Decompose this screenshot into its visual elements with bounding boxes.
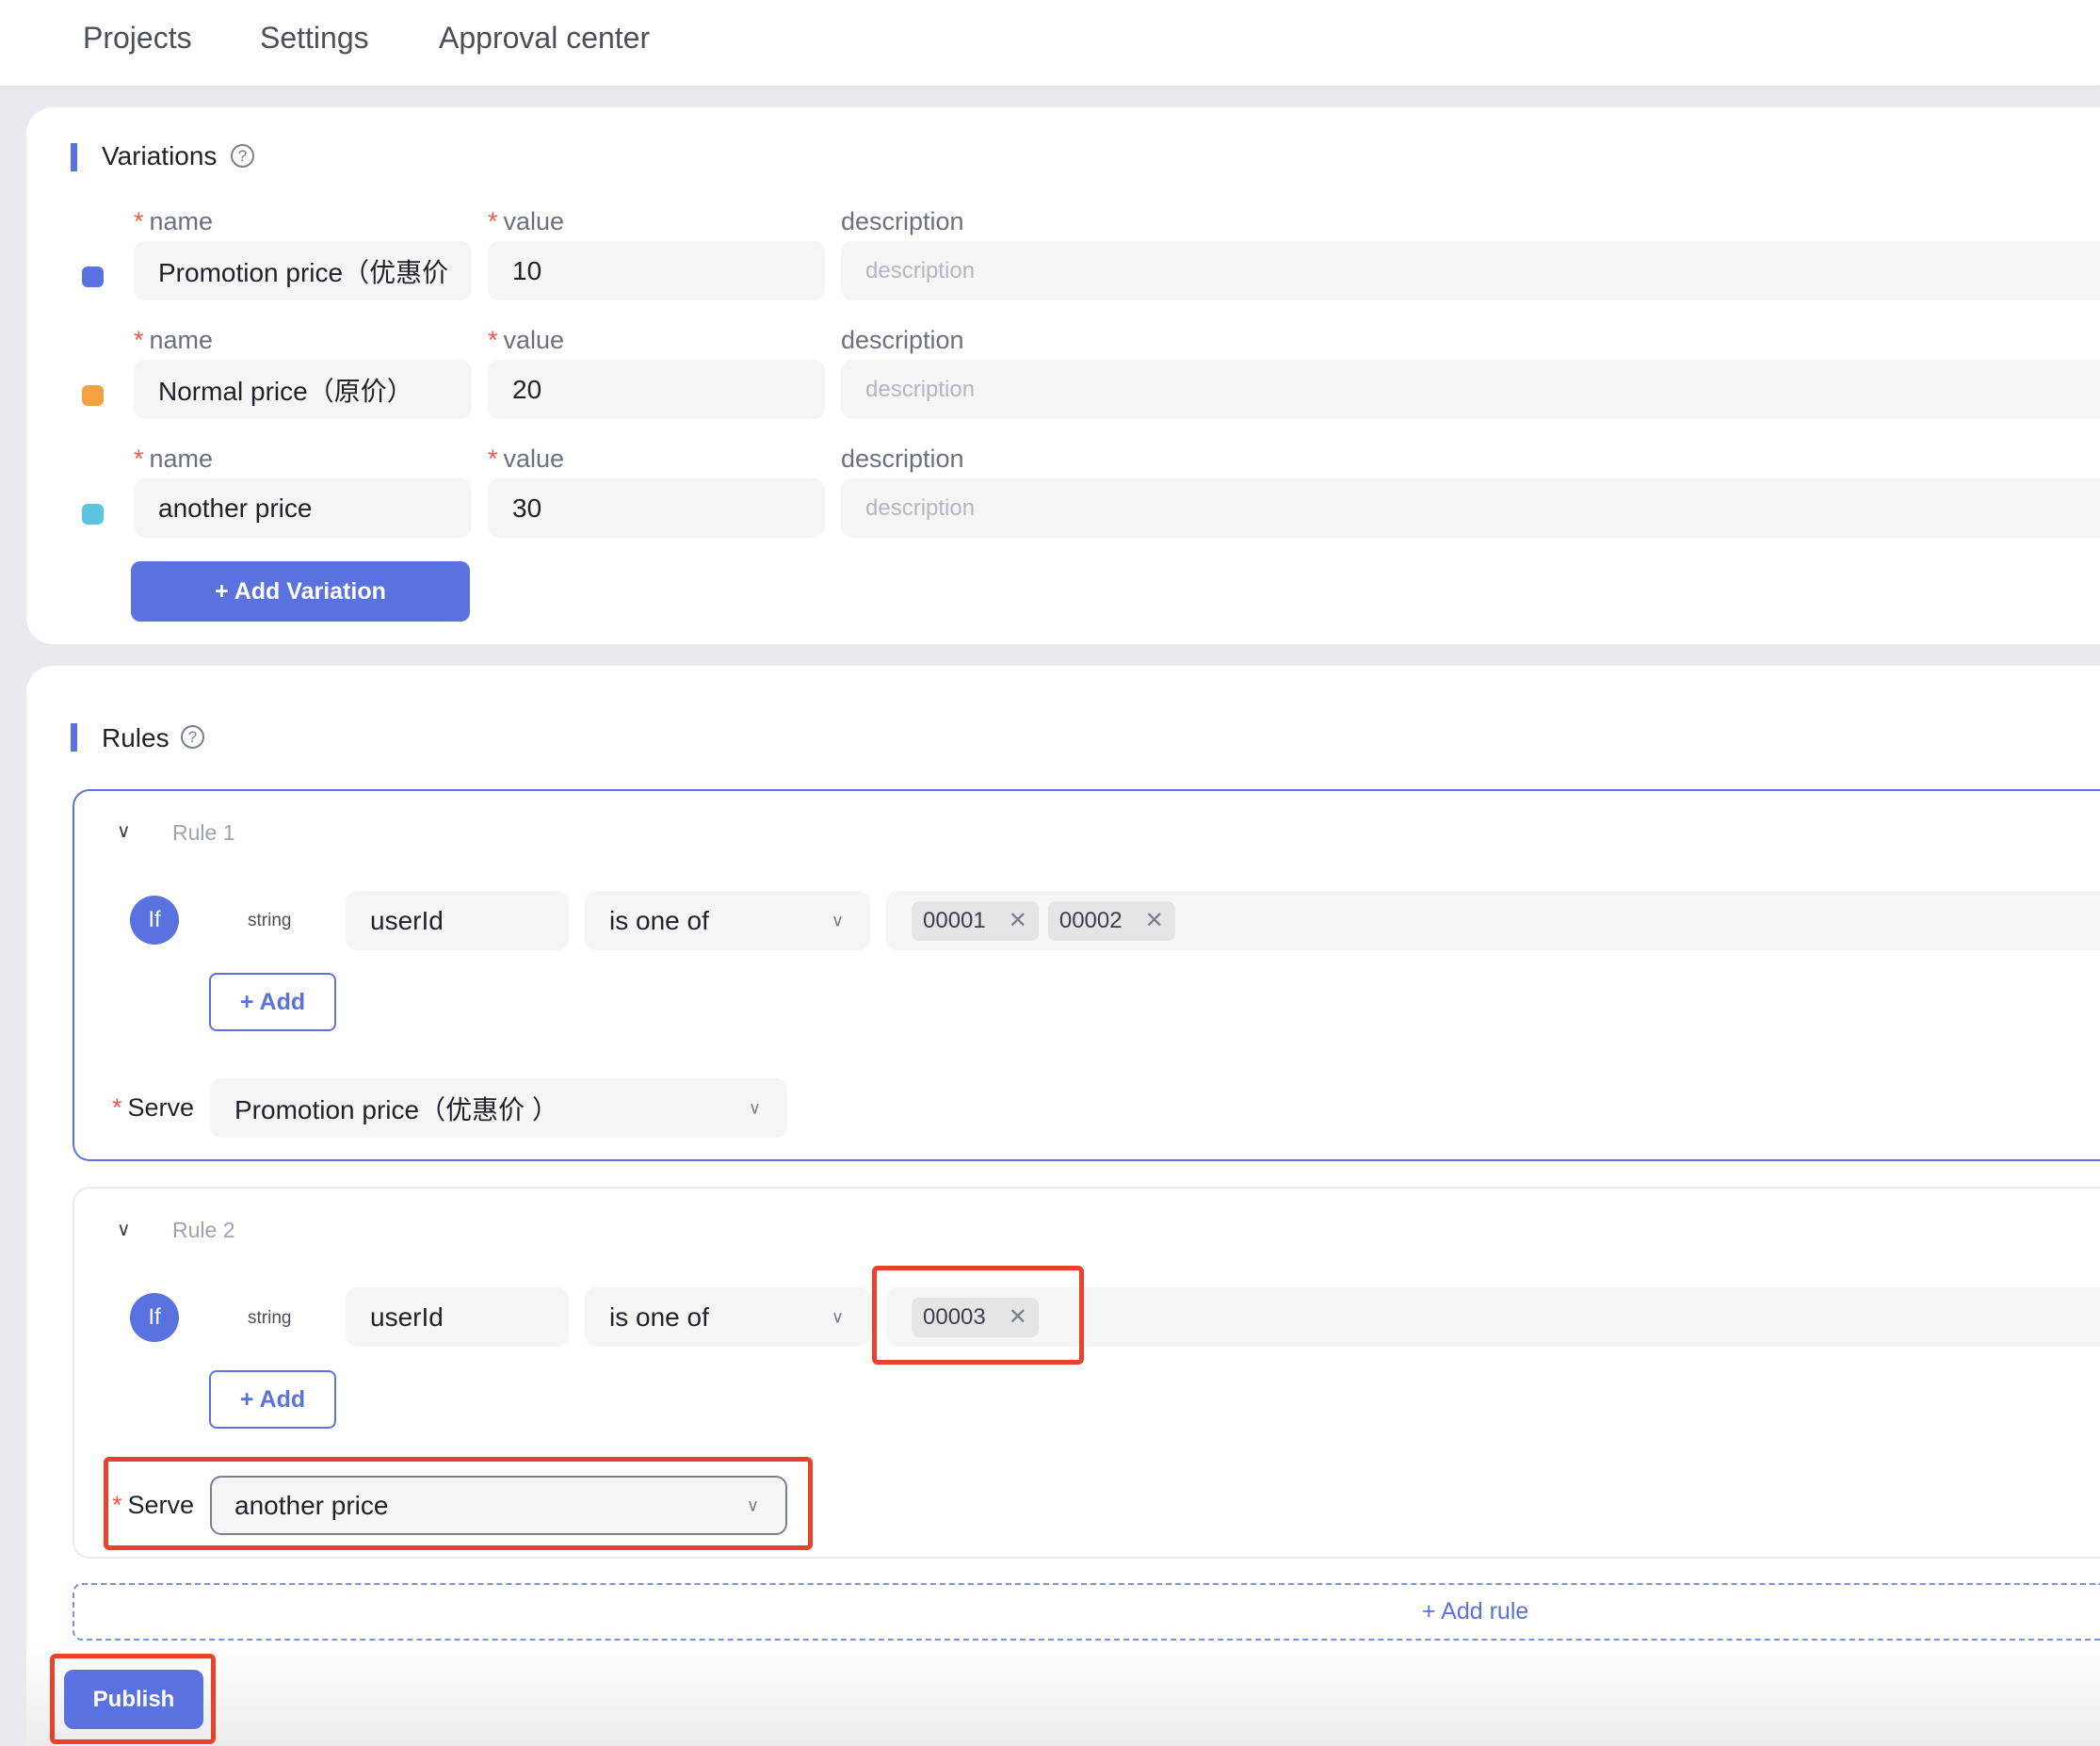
chevron-down-icon: ∨ [831, 911, 844, 930]
add-condition-button[interactable]: + Add [209, 1370, 336, 1429]
top-nav: Projects Settings Approval center [0, 0, 2100, 86]
operator-select[interactable]: is one of ∨ [585, 891, 870, 950]
nav-projects[interactable]: Projects [83, 21, 192, 56]
variation-color-swatch [82, 385, 104, 406]
if-badge: If [130, 896, 179, 945]
add-variation-button[interactable]: + Add Variation [131, 561, 470, 622]
values-multiselect[interactable]: 00001 ✕ 00002 ✕ [886, 891, 2100, 950]
variation-value-input[interactable]: 20 [488, 360, 825, 419]
name-label: * name [134, 445, 214, 473]
variation-description-input[interactable]: description [841, 478, 2100, 538]
serve-select[interactable]: Promotion price（优惠价 ） ∨ [210, 1078, 787, 1138]
values-multiselect[interactable]: 00003 ✕ [886, 1287, 2100, 1347]
if-badge: If [130, 1293, 179, 1342]
variation-description-input[interactable]: description [841, 360, 2100, 419]
variation-name-input[interactable]: Normal price（原价） [134, 360, 472, 419]
name-label: * name [134, 326, 214, 354]
type-label: string [248, 911, 292, 930]
attribute-input[interactable]: userId [346, 1287, 569, 1347]
value-label: * value [488, 207, 565, 235]
serve-label: * Serve [112, 1491, 195, 1519]
value-tag: 00002 ✕ [1047, 900, 1175, 941]
description-label: description [841, 326, 964, 354]
chevron-down-icon[interactable]: ∨ [117, 1218, 131, 1241]
footer-bar [26, 1643, 2100, 1746]
operator-value: is one of [609, 1301, 709, 1332]
variation-value-input[interactable]: 10 [488, 241, 825, 300]
variation-name-input[interactable]: Promotion price（优惠价 [134, 241, 472, 300]
close-icon[interactable]: ✕ [1009, 907, 1027, 934]
section-bar [71, 143, 77, 171]
type-label: string [248, 1308, 292, 1328]
serve-label: * Serve [112, 1093, 195, 1122]
close-icon[interactable]: ✕ [1145, 907, 1164, 934]
chevron-down-icon: ∨ [746, 1495, 759, 1514]
nav-approval-center[interactable]: Approval center [439, 21, 650, 56]
serve-value: another price [234, 1490, 389, 1520]
chevron-down-icon: ∨ [831, 1307, 844, 1326]
publish-button[interactable]: Publish [64, 1670, 203, 1729]
variation-description-input[interactable]: description [841, 241, 2100, 300]
variation-name-input[interactable]: another price [134, 478, 472, 538]
variation-color-swatch [82, 504, 104, 525]
value-label: * value [488, 326, 565, 354]
rule-title: Rule 2 [172, 1218, 235, 1242]
rules-title: Rules [102, 723, 170, 752]
variation-value-input[interactable]: 30 [488, 478, 825, 538]
question-circle-icon[interactable]: ? [231, 144, 254, 168]
value-tag: 00001 ✕ [912, 900, 1039, 941]
add-condition-button[interactable]: + Add [209, 973, 336, 1031]
name-label: * name [134, 207, 214, 235]
chevron-down-icon[interactable]: ∨ [117, 819, 131, 843]
attribute-input[interactable]: userId [346, 891, 569, 950]
operator-select[interactable]: is one of ∨ [585, 1287, 870, 1347]
rule-title: Rule 1 [172, 820, 235, 845]
description-label: description [841, 207, 964, 235]
serve-select[interactable]: another price ∨ [210, 1476, 787, 1535]
value-tag: 00003 ✕ [912, 1297, 1039, 1337]
description-label: description [841, 445, 964, 473]
section-bar [71, 723, 77, 752]
operator-value: is one of [609, 905, 709, 935]
serve-value: Promotion price（优惠价 ） [234, 1094, 558, 1124]
nav-settings[interactable]: Settings [260, 21, 369, 56]
chevron-down-icon: ∨ [748, 1098, 761, 1117]
variation-color-swatch [82, 267, 104, 287]
close-icon[interactable]: ✕ [1009, 1303, 1027, 1331]
add-rule-label: + Add rule [1422, 1598, 1529, 1625]
add-rule-button[interactable]: + Add rule [73, 1583, 2100, 1641]
variations-title: Variations [102, 141, 218, 170]
question-circle-icon[interactable]: ? [181, 725, 204, 749]
value-label: * value [488, 445, 565, 473]
